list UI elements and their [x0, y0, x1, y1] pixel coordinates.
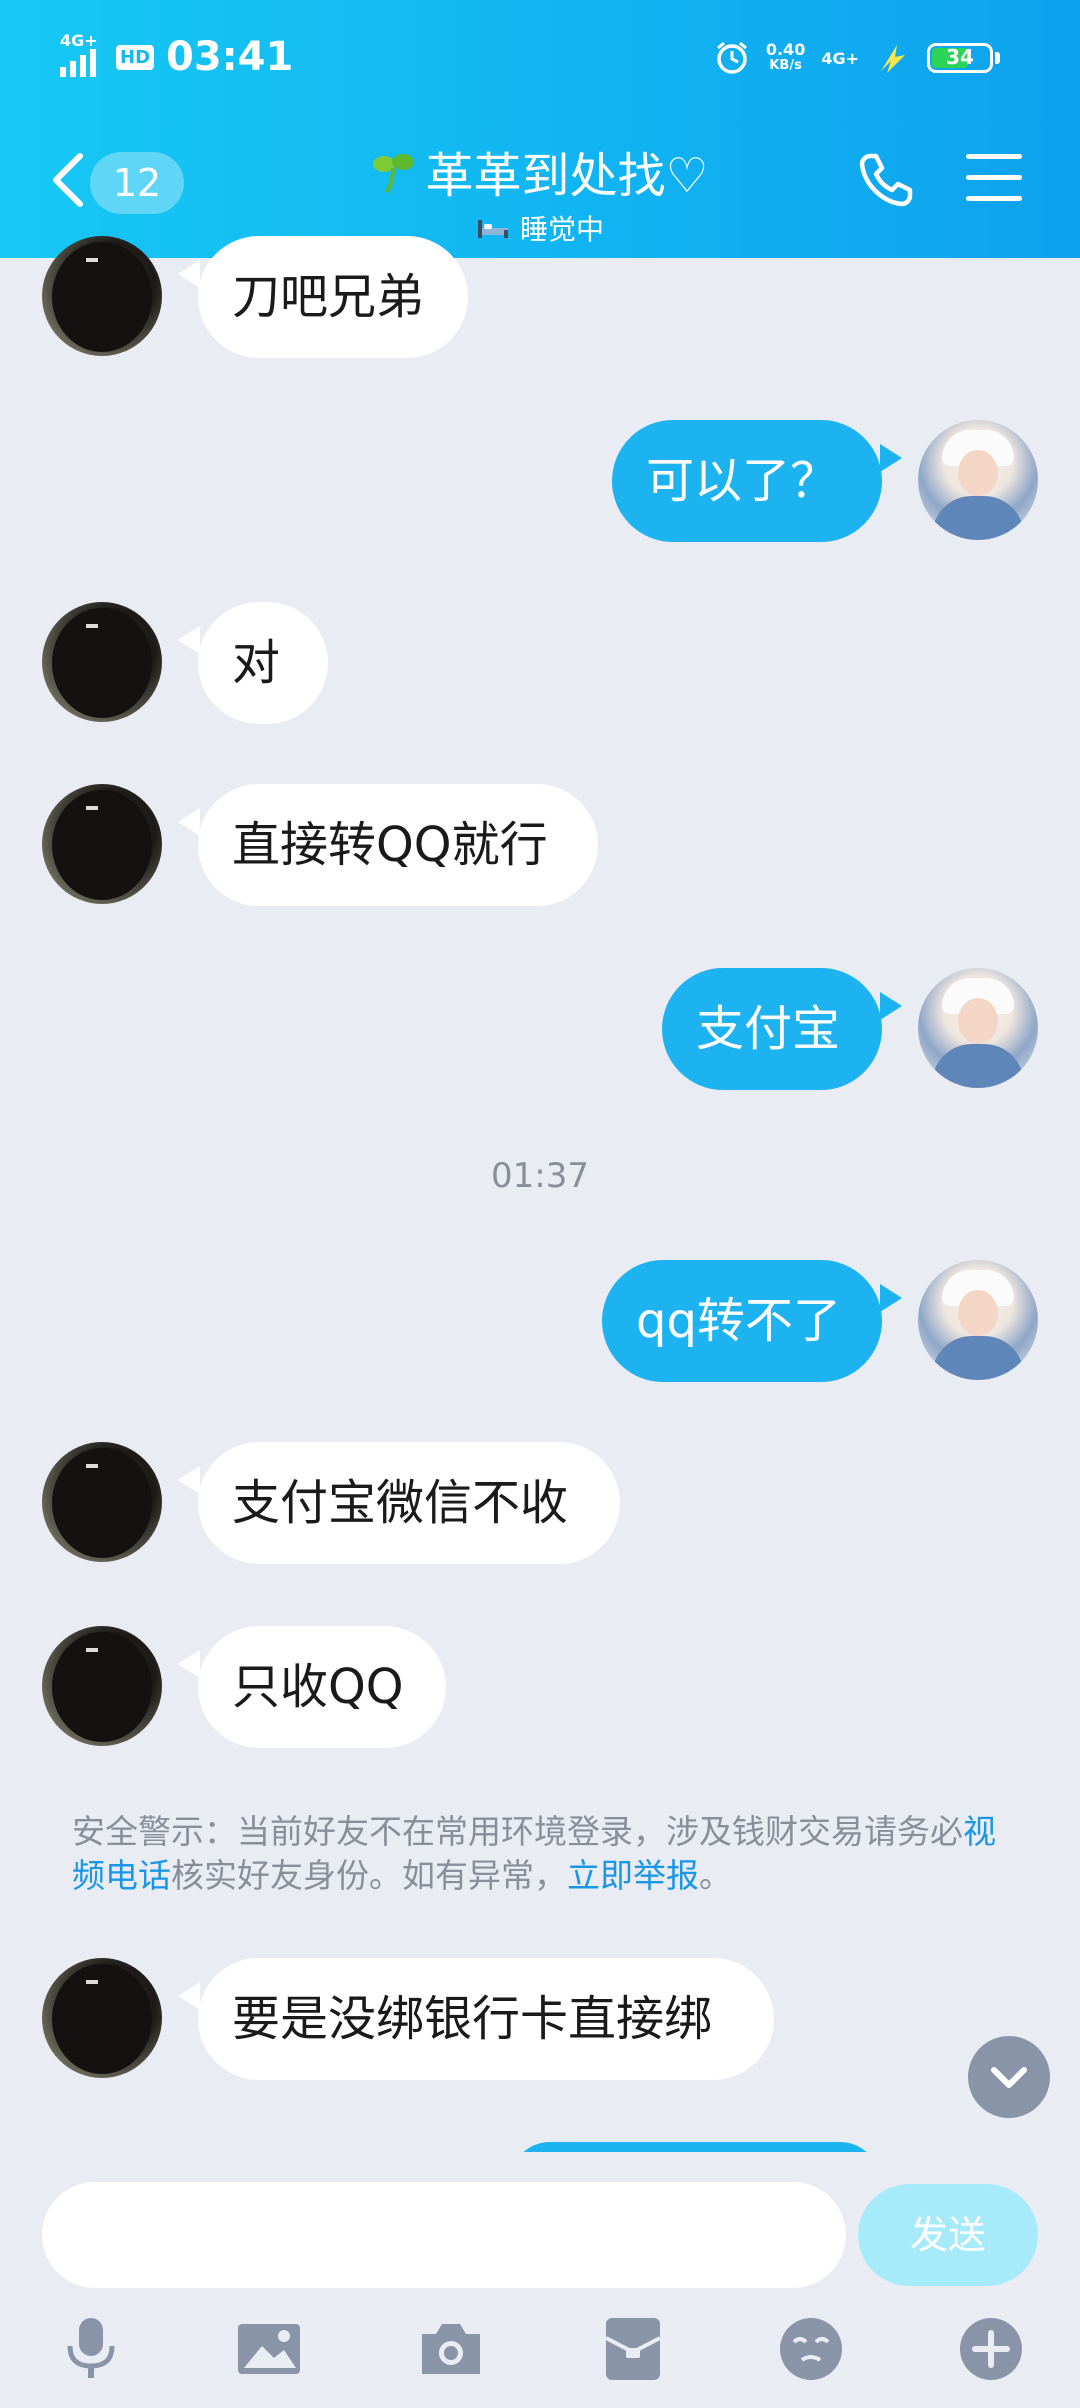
status-bar-right: 0.40 KB/s 4G+ 34: [714, 40, 1000, 76]
camera-icon[interactable]: [416, 2314, 486, 2384]
alarm-icon: [716, 41, 747, 74]
microphone-icon[interactable]: [56, 2314, 126, 2384]
contact-avatar[interactable]: [42, 602, 162, 722]
phone-call-icon[interactable]: [856, 150, 916, 210]
report-link[interactable]: 立即举报: [567, 1856, 699, 1895]
hd-badge: HD: [116, 44, 155, 70]
image-icon[interactable]: [234, 2314, 304, 2384]
plus-icon[interactable]: [956, 2314, 1026, 2384]
contact-avatar[interactable]: [42, 1626, 162, 1746]
message-bubble-incoming[interactable]: 直接转QQ就行: [198, 784, 598, 906]
emoji-icon[interactable]: [776, 2314, 846, 2384]
bubble-tail: [178, 260, 200, 288]
chevron-down-icon: [991, 2067, 1027, 2088]
status-time: 03:41: [166, 34, 294, 80]
bed-icon: [477, 220, 508, 238]
message-bubble-incoming[interactable]: 支付宝微信不收: [198, 1442, 620, 1564]
status-bar-left: 4G+ HD 03:41: [60, 31, 294, 80]
contact-avatar[interactable]: [42, 236, 162, 356]
scroll-to-bottom-button[interactable]: [968, 2036, 1050, 2118]
contact-title-area[interactable]: 革革到处找♡ 睡觉中: [0, 136, 1080, 248]
network-type-2: 4G+: [821, 48, 859, 68]
message-bubble-outgoing[interactable]: 可以了？: [612, 420, 882, 542]
charging-icon: [881, 45, 905, 73]
send-button[interactable]: 发送: [858, 2184, 1038, 2286]
message-bubble-incoming[interactable]: 要是没绑银行卡直接绑: [198, 1958, 774, 2080]
bubble-tail: [880, 992, 902, 1020]
message-bubble-outgoing[interactable]: qq转不了: [602, 1260, 882, 1382]
message-timestamp: 01:37: [491, 1156, 589, 1196]
contact-avatar[interactable]: [42, 1958, 162, 2078]
security-warning: 安全警示：当前好友不在常用环境登录，涉及钱财交易请务必视频电话核实好友身份。如有…: [72, 1812, 996, 1895]
user-avatar[interactable]: [918, 1260, 1038, 1380]
chat-header: 4G+ HD 03:41 0.40 KB/s 4G+ 34 12 革革到处找♡ …: [0, 0, 1080, 258]
bubble-tail: [178, 1982, 200, 2010]
bubble-tail: [178, 1466, 200, 1494]
bubble-tail: [178, 808, 200, 836]
red-packet-icon[interactable]: [598, 2314, 668, 2384]
user-avatar[interactable]: [918, 968, 1038, 1088]
bubble-tail: [178, 626, 200, 654]
bubble-tail: [880, 444, 902, 472]
contact-name: 革革到处找♡: [425, 148, 709, 204]
message-bubble-incoming[interactable]: 刀吧兄弟: [198, 236, 468, 358]
sprout-icon: [373, 154, 415, 194]
message-bubble-outgoing[interactable]: 支付宝: [662, 968, 882, 1090]
signal-icon: 4G+: [60, 31, 104, 77]
contact-avatar[interactable]: [42, 784, 162, 904]
bubble-tail: [178, 1650, 200, 1678]
toolbar: [0, 2314, 1080, 2394]
battery-icon: 34: [927, 43, 1000, 73]
input-area: 发送: [0, 2152, 1080, 2408]
network-speed: 0.40 KB/s: [765, 40, 806, 74]
contact-avatar[interactable]: [42, 1442, 162, 1562]
user-avatar[interactable]: [918, 420, 1038, 540]
message-bubble-incoming[interactable]: 对: [198, 602, 328, 724]
message-input[interactable]: [42, 2182, 846, 2288]
bubble-tail: [880, 1284, 902, 1312]
message-bubble-incoming[interactable]: 只收QQ: [198, 1626, 446, 1748]
menu-icon[interactable]: [966, 154, 1022, 204]
contact-status: 睡觉中: [519, 213, 604, 246]
